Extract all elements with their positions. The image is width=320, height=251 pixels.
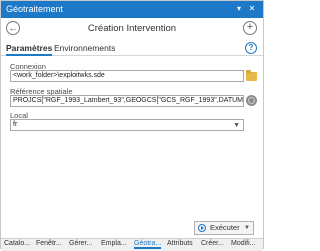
local-select[interactable]: fr ▼: [10, 119, 244, 131]
tab-environments[interactable]: Environnements: [54, 43, 115, 53]
bottom-tab-create[interactable]: Créer...: [201, 240, 224, 247]
run-button[interactable]: Exécuter ▼: [194, 221, 254, 235]
tool-tabs: Paramètres Environnements ?: [1, 41, 263, 56]
pane-title: Géotraitement: [6, 4, 64, 14]
bottom-tab-manage[interactable]: Gérer...: [69, 240, 92, 247]
bottom-tab-location[interactable]: Empla...: [101, 240, 127, 247]
bottom-tab-window[interactable]: Fenêtr...: [36, 240, 62, 247]
connexion-input[interactable]: <work_folder>\exploitwks.sde: [10, 70, 244, 82]
tool-header: ← Création Intervention +: [1, 18, 263, 40]
chevron-down-icon: ▼: [233, 122, 240, 129]
tool-title: Création Intervention: [87, 23, 177, 34]
geoprocessing-pane: Géotraitement ▾ ✕ ← Création Interventio…: [0, 0, 264, 251]
local-select-value: fr: [13, 121, 18, 128]
globe-icon[interactable]: [246, 95, 257, 106]
tab-parameters[interactable]: Paramètres: [6, 43, 53, 56]
bottom-tab-attributes[interactable]: Attributs: [167, 240, 193, 247]
pin-icon[interactable]: ▾: [233, 3, 245, 15]
play-icon: [198, 224, 206, 232]
pane-titlebar: Géotraitement ▾ ✕: [1, 1, 263, 18]
add-icon[interactable]: +: [243, 21, 257, 35]
bottom-tab-bar: Catalo... Fenêtr... Gérer... Empla... Gé…: [1, 238, 263, 251]
close-icon[interactable]: ✕: [246, 3, 258, 15]
bottom-tab-geoprocessing[interactable]: Géotra...: [134, 240, 162, 249]
run-button-label: Exécuter: [210, 223, 240, 232]
chevron-down-icon[interactable]: ▼: [244, 222, 250, 234]
bottom-tab-modify[interactable]: Modifi...: [231, 240, 256, 247]
bottom-tab-catalog[interactable]: Catalo...: [4, 240, 30, 247]
browse-folder-icon[interactable]: [246, 70, 257, 81]
help-icon[interactable]: ?: [245, 42, 257, 54]
spatial-reference-input[interactable]: PROJCS["RGF_1993_Lambert_93",GEOGCS["GCS…: [10, 95, 244, 107]
